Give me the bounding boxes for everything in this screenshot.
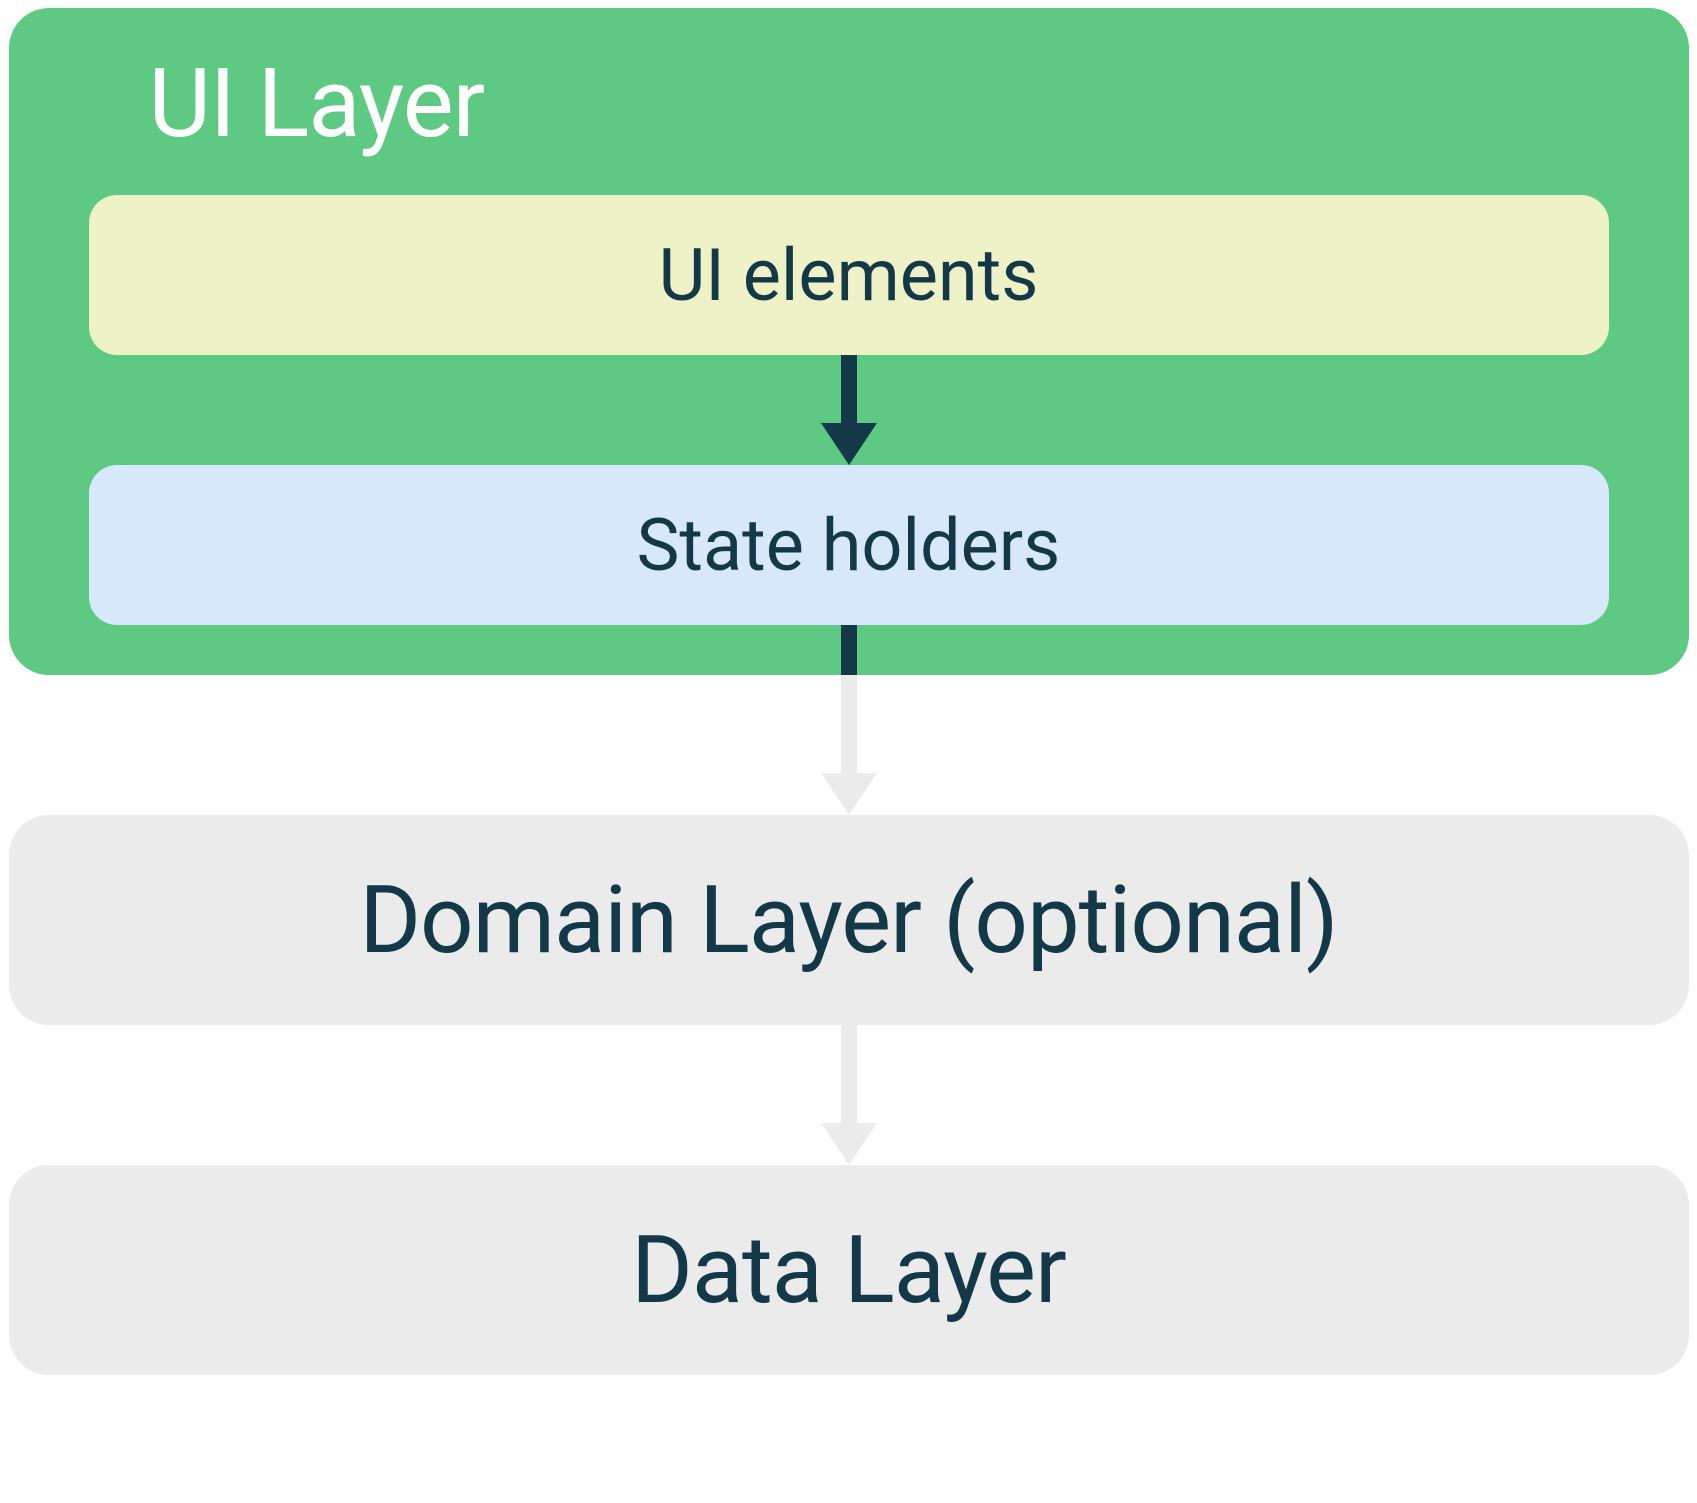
arrow-domain-to-data [0,1025,1697,1165]
connector-line [841,625,857,675]
arrow-ui-to-domain [0,675,1697,815]
state-holders-box: State holders [89,465,1609,625]
arrow-down-icon [799,1025,899,1165]
arrow-ui-to-state [89,355,1609,465]
ui-layer-container: UI Layer UI elements State holders [9,8,1689,675]
state-holders-label: State holders [637,503,1061,588]
domain-layer-label: Domain Layer (optional) [359,865,1337,975]
data-layer-label: Data Layer [631,1215,1066,1325]
arrow-down-icon [799,675,899,815]
arrow-down-icon [799,355,899,465]
ui-elements-label: UI elements [659,233,1039,318]
ui-elements-box: UI elements [89,195,1609,355]
ui-layer-title: UI Layer [149,48,1609,160]
domain-layer-box: Domain Layer (optional) [9,815,1689,1025]
data-layer-box: Data Layer [9,1165,1689,1375]
